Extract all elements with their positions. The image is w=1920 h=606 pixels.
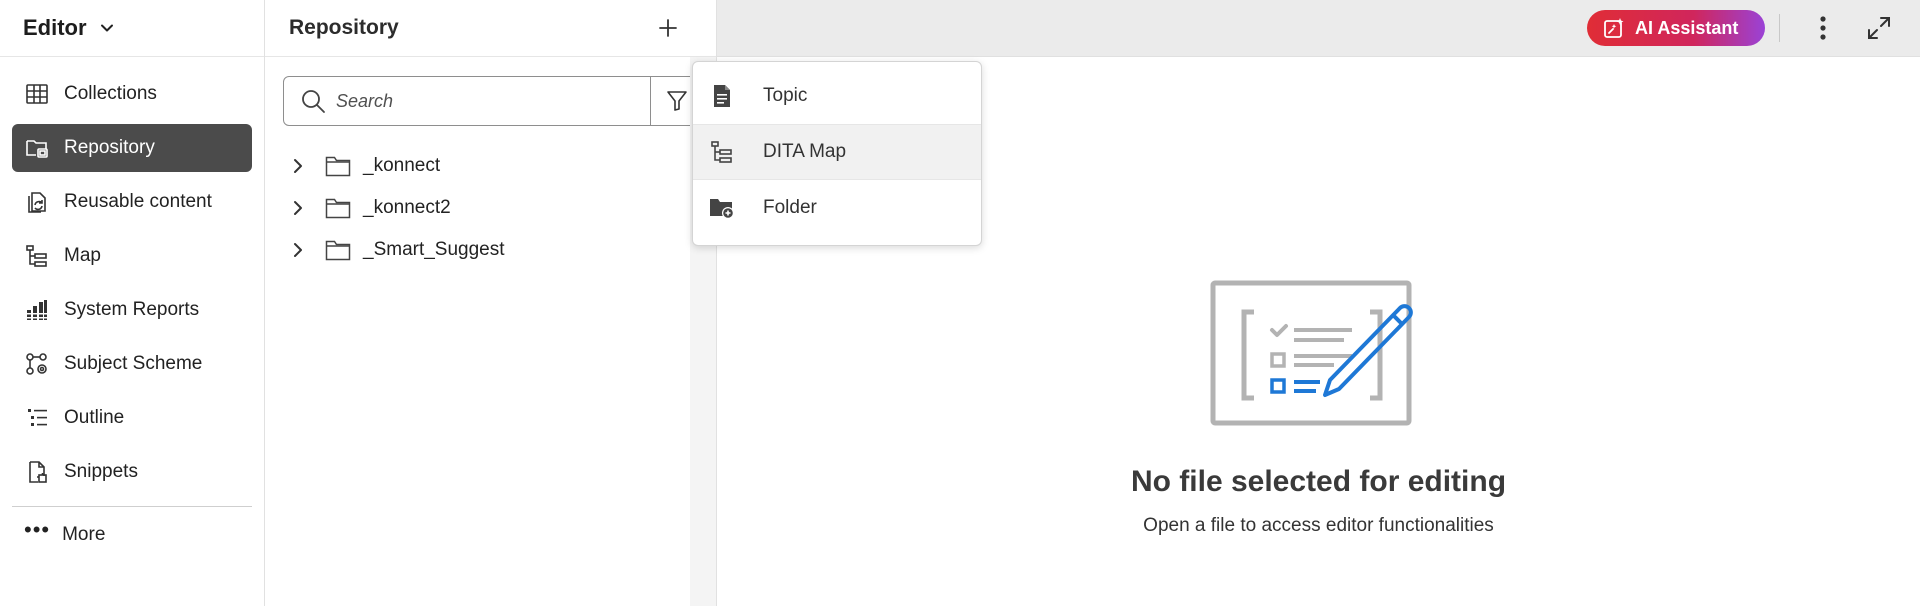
repository-icon: [24, 135, 50, 161]
sidebar-item-label: Subject Scheme: [64, 353, 203, 374]
ai-assistant-button[interactable]: AI Assistant: [1587, 10, 1765, 46]
sidebar-item-collections[interactable]: Collections: [12, 70, 252, 118]
search-icon: [300, 88, 326, 114]
filter-icon: [666, 91, 687, 111]
reports-icon: [24, 297, 50, 323]
dita-map-icon: [709, 139, 735, 165]
repository-panel: Repository _konnect: [265, 0, 717, 606]
sidebar-item-system-reports[interactable]: System Reports: [12, 286, 252, 334]
sidebar-item-label: System Reports: [64, 299, 200, 320]
more-options-button[interactable]: [1807, 12, 1839, 44]
ai-assistant-label: AI Assistant: [1635, 17, 1739, 38]
tree-item-label: _Smart_Suggest: [363, 239, 505, 260]
search-box: [283, 76, 703, 126]
menu-item-folder[interactable]: Folder: [693, 180, 981, 236]
sidebar-item-snippets[interactable]: Snippets: [12, 448, 252, 496]
editor-title: Editor: [23, 15, 87, 40]
sidebar-item-repository[interactable]: Repository: [12, 124, 252, 172]
menu-item-label: Folder: [763, 197, 817, 218]
tree-item-smart-suggest[interactable]: _Smart_Suggest: [285, 229, 505, 271]
sidebar-item-label: Repository: [64, 137, 155, 158]
more-dots-icon: •••: [24, 517, 51, 542]
snippets-icon: [24, 459, 50, 485]
ai-sparkle-icon: [1603, 17, 1625, 39]
sidebar-item-reusable-content[interactable]: Reusable content: [12, 178, 252, 226]
top-bar: AI Assistant: [717, 0, 1920, 57]
sidebar-item-subject-scheme[interactable]: Subject Scheme: [12, 340, 252, 388]
sidebar-item-map[interactable]: Map: [12, 232, 252, 280]
left-sidebar: Editor Collections Repository Reusable c…: [0, 0, 265, 606]
menu-item-dita-map[interactable]: DITA Map: [693, 124, 981, 180]
sidebar-item-label: Map: [64, 245, 101, 266]
empty-state-illustration: [1210, 280, 1413, 426]
grid-icon: [24, 81, 50, 107]
tree-item-konnect[interactable]: _konnect: [285, 145, 505, 187]
search-input[interactable]: [336, 90, 636, 112]
add-button[interactable]: [653, 13, 683, 43]
repository-tree: _konnect _konnect2 _Smart_Suggest: [285, 145, 505, 271]
map-tree-icon: [24, 243, 50, 269]
editor-switcher[interactable]: Editor: [0, 0, 264, 57]
sidebar-item-label: Snippets: [64, 461, 138, 482]
sidebar-item-label: Collections: [64, 83, 157, 104]
folder-icon: [325, 197, 351, 219]
tree-item-konnect2[interactable]: _konnect2: [285, 187, 505, 229]
empty-state-subtitle: Open a file to access editor functionali…: [1143, 515, 1494, 536]
expand-icon: [1868, 17, 1890, 39]
empty-state-title: No file selected for editing: [1130, 465, 1507, 498]
panel-title: Repository: [289, 16, 399, 39]
folder-icon: [325, 155, 351, 177]
sidebar-item-outline[interactable]: Outline: [12, 394, 252, 442]
subject-scheme-icon: [24, 351, 50, 377]
folder-icon: [325, 239, 351, 261]
repository-header: Repository: [265, 0, 716, 57]
chevron-right-icon[interactable]: [291, 241, 309, 259]
new-item-menu: Topic DITA Map Folder: [692, 61, 982, 246]
chevron-right-icon[interactable]: [291, 157, 309, 175]
new-folder-icon: [709, 195, 735, 221]
menu-item-topic[interactable]: Topic: [693, 68, 981, 124]
kebab-icon: [1820, 16, 1826, 40]
sidebar-item-label: Outline: [64, 407, 125, 428]
plus-icon: [659, 19, 677, 37]
sidebar-item-label: Reusable content: [64, 191, 212, 212]
fullscreen-button[interactable]: [1863, 12, 1895, 44]
chevron-right-icon[interactable]: [291, 199, 309, 217]
menu-item-label: DITA Map: [763, 141, 847, 162]
topic-file-icon: [709, 83, 735, 109]
outline-icon: [24, 405, 50, 431]
more-button[interactable]: ••• More: [0, 507, 264, 563]
tree-item-label: _konnect: [363, 155, 441, 176]
more-label: More: [62, 524, 106, 545]
topbar-divider: [1779, 14, 1780, 42]
menu-item-label: Topic: [763, 85, 808, 106]
reusable-content-icon: [24, 189, 50, 215]
chevron-down-icon: [99, 20, 115, 36]
tree-item-label: _konnect2: [363, 197, 451, 218]
